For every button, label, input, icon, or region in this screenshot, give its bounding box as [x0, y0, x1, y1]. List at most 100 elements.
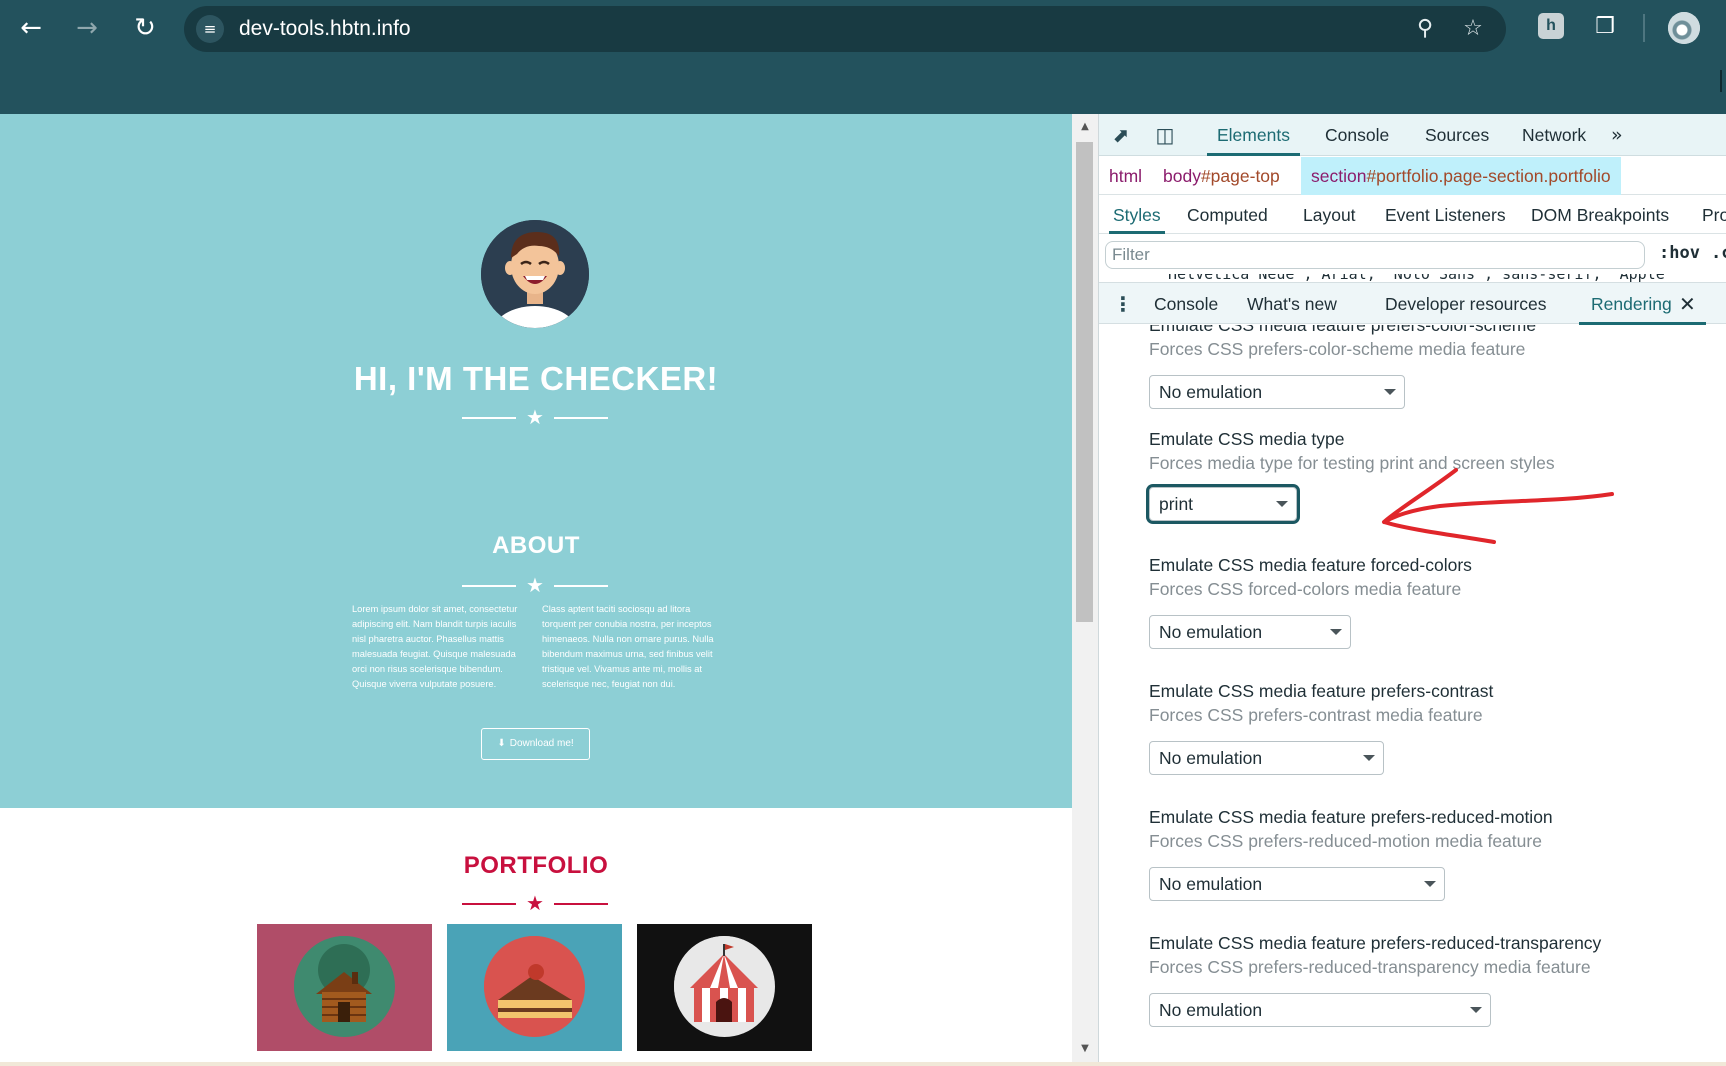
address-bar[interactable]: ≡ dev-tools.hbtn.info ⚲ ☆ — [184, 6, 1506, 52]
scroll-up-icon[interactable]: ▲ — [1078, 120, 1092, 134]
circus-tent-icon — [674, 936, 775, 1037]
more-tabs-chevron-icon[interactable]: » — [1611, 114, 1623, 156]
media-type-select[interactable]: print — [1149, 487, 1297, 521]
styles-filter-input[interactable] — [1106, 242, 1644, 268]
select-value: print — [1159, 494, 1194, 514]
breadcrumb-body[interactable]: body#page-top — [1153, 157, 1290, 195]
tab-elements[interactable]: Elements — [1207, 114, 1300, 156]
drawer-menu-icon[interactable]: ⋮ — [1113, 289, 1133, 319]
page-scrollbar[interactable]: ▲ ▼ — [1072, 114, 1098, 1062]
bookmark-star-icon[interactable]: ☆ — [1458, 14, 1488, 44]
tab-network[interactable]: Network — [1522, 114, 1586, 156]
styles-filter-field[interactable] — [1105, 241, 1645, 269]
rendering-panel: Emulate CSS media feature prefers-color-… — [1099, 325, 1726, 1062]
rendering-option-reduced-motion: Emulate CSS media feature prefers-reduce… — [1149, 805, 1709, 901]
zoom-icon[interactable]: ⚲ — [1410, 14, 1440, 44]
reduced-transparency-select[interactable]: No emulation — [1149, 993, 1491, 1027]
url-text[interactable]: dev-tools.hbtn.info — [239, 17, 411, 41]
breadcrumb-section-tag: section — [1311, 166, 1367, 186]
portfolio-item-circus[interactable] — [637, 924, 812, 1051]
chevron-down-icon — [1363, 755, 1375, 761]
portfolio-item-cake[interactable] — [447, 924, 622, 1051]
breadcrumb-html[interactable]: html — [1099, 157, 1152, 195]
download-label: Download me! — [509, 738, 574, 749]
option-title: Emulate CSS media feature prefers-contra… — [1149, 681, 1494, 701]
scroll-down-icon[interactable]: ▼ — [1078, 1042, 1092, 1056]
option-description: Forces CSS prefers-contrast media featur… — [1149, 705, 1483, 725]
about-title: ABOUT — [492, 532, 580, 559]
profile-avatar-icon[interactable] — [1668, 12, 1700, 44]
about-text-right: Class aptent taciti sociosqu ad litora t… — [542, 604, 714, 689]
select-value: No emulation — [1159, 382, 1263, 402]
drawer-tab-console[interactable]: Console — [1154, 283, 1218, 325]
subtab-layout[interactable]: Layout — [1303, 196, 1356, 234]
scrollbar-thumb[interactable] — [1076, 142, 1093, 622]
rendering-option-forced-colors: Emulate CSS media feature forced-colors … — [1149, 553, 1709, 649]
subtab-computed[interactable]: Computed — [1187, 196, 1268, 234]
checker-avatar-image — [481, 220, 589, 328]
back-arrow-icon[interactable]: ← — [13, 10, 49, 46]
cake-icon — [484, 936, 585, 1037]
breadcrumb-section[interactable]: section#portfolio.page-section.portfolio — [1301, 157, 1621, 195]
reload-icon[interactable]: ↻ — [127, 10, 163, 46]
rendering-option-media-type: Emulate CSS media type Forces media type… — [1149, 427, 1709, 521]
chevron-down-icon — [1330, 629, 1342, 635]
color-scheme-select[interactable]: No emulation — [1149, 375, 1405, 409]
star-icon: ★ — [526, 573, 544, 597]
web-page-viewport: HI, I'M THE CHECKER! ★ ABOUT ★ Lorem ips… — [0, 114, 1072, 1062]
contrast-select[interactable]: No emulation — [1149, 741, 1384, 775]
option-description: Forces CSS prefers-reduced-transparency … — [1149, 957, 1591, 977]
breadcrumb-html-tag: html — [1109, 166, 1143, 186]
select-value: No emulation — [1159, 874, 1263, 894]
portfolio-item-cabin[interactable] — [257, 924, 432, 1051]
devtools-panel: ⬈ ◫ Elements Console Sources Network » h… — [1098, 114, 1726, 1062]
option-description: Forces CSS prefers-reduced-motion media … — [1149, 831, 1542, 851]
tab-sources[interactable]: Sources — [1425, 114, 1489, 156]
forced-colors-select[interactable]: No emulation — [1149, 615, 1351, 649]
forward-arrow-icon[interactable]: → — [69, 10, 105, 46]
portfolio-title: PORTFOLIO — [463, 852, 609, 879]
subtab-styles[interactable]: Styles — [1109, 196, 1165, 234]
devtools-main-toolbar: ⬈ ◫ Elements Console Sources Network » — [1099, 114, 1726, 156]
window-bottom-edge — [0, 1062, 1726, 1066]
site-info-icon[interactable]: ≡ — [196, 15, 224, 43]
reduced-motion-select[interactable]: No emulation — [1149, 867, 1445, 901]
close-drawer-tab-icon[interactable]: ✕ — [1679, 283, 1696, 325]
drawer-tab-developer-resources[interactable]: Developer resources — [1385, 283, 1546, 325]
subtab-dom-breakpoints[interactable]: DOM Breakpoints — [1531, 196, 1669, 234]
tab-console[interactable]: Console — [1325, 114, 1389, 156]
styles-filter-row: :hov .c — [1099, 235, 1726, 273]
breadcrumb-section-attr: #portfolio.page-section.portfolio — [1366, 166, 1611, 186]
hero-title: HI, I'M THE CHECKER! — [353, 360, 719, 397]
holberton-extension-icon[interactable]: h — [1538, 13, 1564, 39]
inspect-element-icon[interactable]: ⬈ — [1107, 122, 1135, 148]
subtab-event-listeners[interactable]: Event Listeners — [1385, 196, 1506, 234]
device-toolbar-icon[interactable]: ◫ — [1151, 122, 1179, 148]
rendering-option-reduced-transparency: Emulate CSS media feature prefers-reduce… — [1149, 931, 1709, 1027]
star-icon: ★ — [526, 405, 544, 429]
download-button[interactable]: ⬇ Download me! — [481, 728, 590, 760]
option-description: Forces media type for testing print and … — [1149, 453, 1555, 473]
masthead-section: HI, I'M THE CHECKER! ★ ABOUT ★ Lorem ips… — [0, 114, 1072, 808]
option-title: Emulate CSS media feature prefers-color-… — [1149, 325, 1537, 335]
drawer-tab-whats-new[interactable]: What's new — [1247, 283, 1337, 325]
puzzle-icon[interactable]: ❒ — [1590, 12, 1620, 42]
drawer-tab-bar: ⋮ Console What's new Developer resources… — [1099, 282, 1726, 325]
about-text-left: Lorem ipsum dolor sit amet, consectetur … — [352, 604, 518, 689]
hero-divider: ★ — [462, 405, 608, 429]
hov-toggle[interactable]: :hov — [1659, 243, 1700, 263]
chevron-down-icon — [1424, 881, 1436, 887]
chevron-down-icon — [1470, 1007, 1482, 1013]
styles-code-peek: "Helvetica Neue", Arial, "Noto Sans", sa… — [1159, 274, 1726, 282]
download-icon: ⬇ — [497, 738, 506, 749]
class-toggle[interactable]: .c — [1711, 243, 1726, 263]
about-divider: ★ — [462, 573, 608, 597]
chevron-down-icon — [1384, 389, 1396, 395]
option-description: Forces CSS prefers-color-scheme media fe… — [1149, 339, 1526, 359]
star-icon: ★ — [526, 891, 544, 915]
breadcrumb-body-attr: #page-top — [1200, 166, 1280, 186]
subtab-properties[interactable]: Pro — [1702, 196, 1726, 234]
rendering-option-color-scheme: Emulate CSS media feature prefers-color-… — [1149, 325, 1709, 409]
portfolio-divider: ★ — [462, 891, 608, 915]
option-title: Emulate CSS media feature forced-colors — [1149, 555, 1472, 575]
